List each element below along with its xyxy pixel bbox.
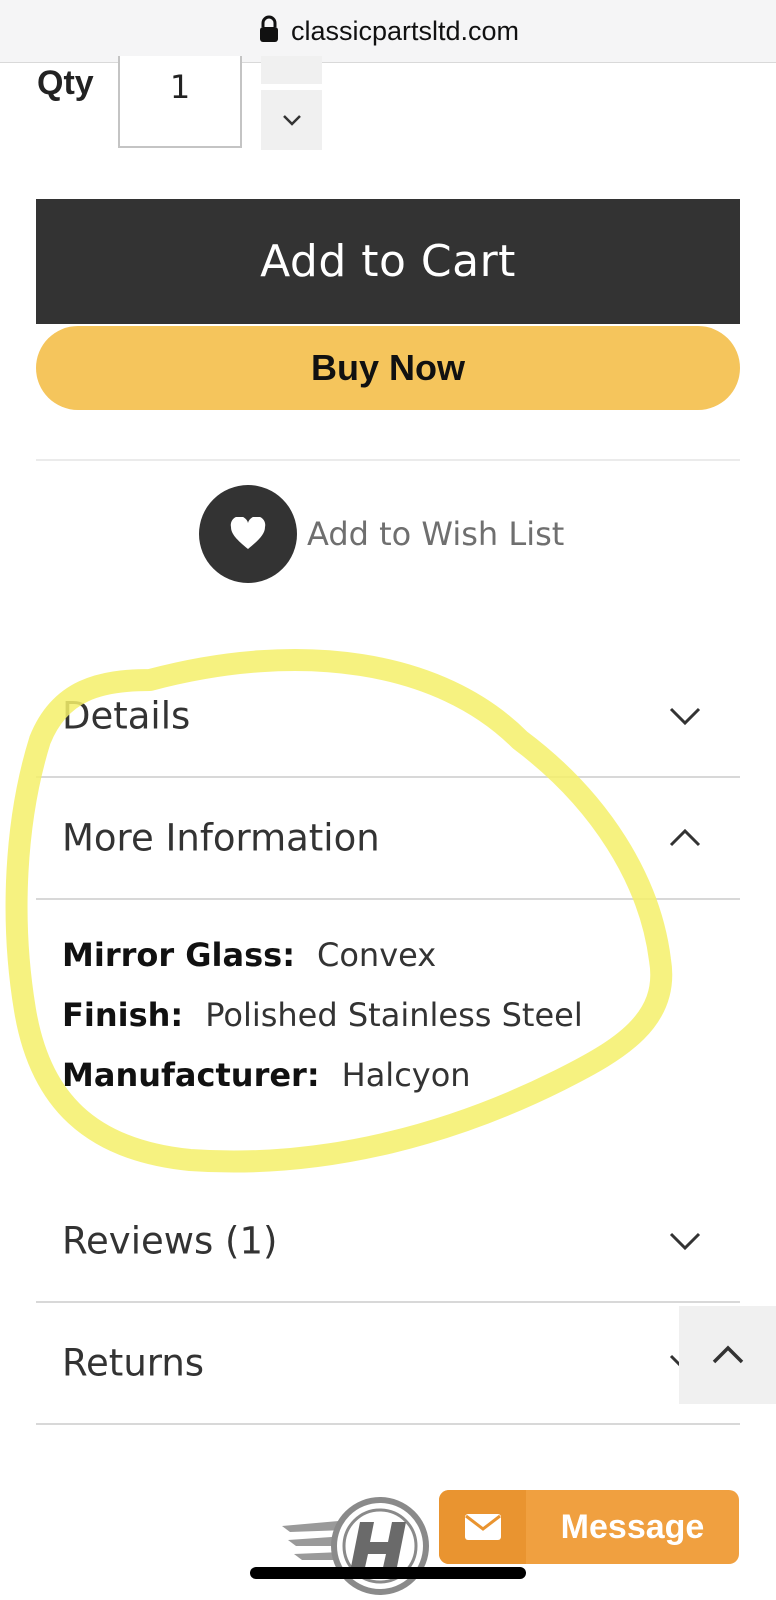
heart-icon — [230, 517, 266, 549]
info-row: Manufacturer: Halcyon — [62, 1045, 583, 1105]
accordion-reviews[interactable]: Reviews (1) — [36, 1181, 740, 1303]
chevron-up-icon — [669, 828, 701, 847]
accordion-more-information[interactable]: More Information — [36, 778, 740, 900]
info-value: Halcyon — [341, 1056, 471, 1094]
accordion-title: More Information — [62, 816, 380, 860]
divider — [36, 459, 740, 461]
lock-icon — [259, 15, 278, 42]
more-information-list: Mirror Glass: Convex Finish: Polished Stai… — [62, 925, 583, 1105]
home-indicator[interactable] — [250, 1567, 526, 1579]
message-label: Message — [560, 1507, 705, 1546]
add-to-cart-button[interactable]: Add to Cart — [36, 199, 740, 324]
accordion-details[interactable]: Details — [36, 656, 740, 778]
qty-decrease-button[interactable] — [261, 90, 322, 150]
accordion-returns[interactable]: Returns — [36, 1303, 740, 1425]
chevron-down-icon — [669, 707, 701, 726]
info-key: Manufacturer: — [62, 1056, 320, 1094]
chevron-up-icon — [712, 1345, 743, 1364]
browser-url-bar[interactable]: classicpartsltd.com — [0, 0, 776, 63]
back-to-top-button[interactable] — [679, 1306, 776, 1404]
message-chat-button[interactable]: Message — [439, 1490, 739, 1564]
info-row: Finish: Polished Stainless Steel — [62, 985, 583, 1045]
envelope-icon — [464, 1514, 501, 1540]
accordion-title: Reviews (1) — [62, 1219, 278, 1263]
accordion-title: Returns — [62, 1341, 205, 1385]
wish-list-label: Add to Wish List — [307, 515, 565, 553]
info-key: Mirror Glass: — [62, 936, 295, 974]
add-to-wish-list-button[interactable]: Add to Wish List — [199, 485, 564, 583]
info-row: Mirror Glass: Convex — [62, 925, 583, 985]
buy-now-button[interactable]: Buy Now — [36, 326, 740, 410]
info-key: Finish: — [62, 996, 184, 1034]
wish-list-circle — [199, 485, 297, 583]
info-value: Polished Stainless Steel — [205, 996, 583, 1034]
qty-input[interactable]: 1 — [118, 56, 242, 148]
message-icon-box — [439, 1490, 526, 1564]
qty-increase-button[interactable] — [261, 56, 322, 84]
url-text: classicpartsltd.com — [290, 15, 520, 46]
accordion-title: Details — [62, 694, 191, 738]
chevron-down-icon — [669, 1232, 701, 1251]
info-value: Convex — [317, 936, 437, 974]
qty-label: Qty — [37, 64, 94, 102]
chevron-down-icon — [282, 115, 301, 126]
